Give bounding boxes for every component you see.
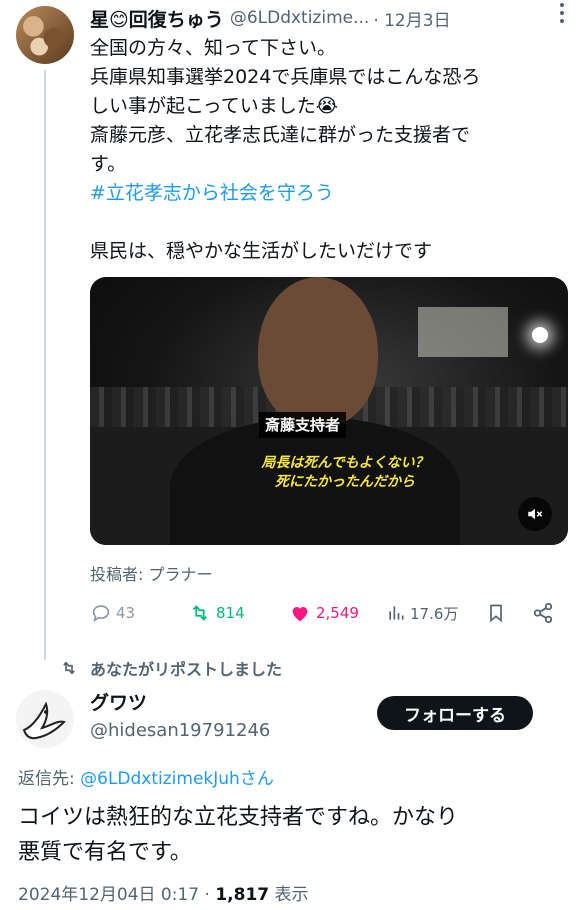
repost-button[interactable]: 814	[188, 597, 245, 629]
hashtag-link[interactable]: #立花孝志から社会を守ろう	[90, 179, 575, 208]
tweet-line: す。	[90, 153, 127, 175]
reply-button[interactable]: 43	[90, 597, 135, 629]
video-player[interactable]: 斎藤支持者 局長は死んでもよくない？ 死にたかったんだから	[90, 277, 568, 545]
bookmark-button[interactable]	[486, 597, 510, 629]
reply-author-avatar[interactable]	[16, 690, 74, 748]
tweet-line: 斎藤元彦、立花孝志氏達に群がった支援者で	[90, 124, 471, 146]
analytics-icon	[389, 606, 404, 620]
author-handle[interactable]: @6LDdxtizime...	[230, 8, 370, 28]
repost-icon	[192, 605, 208, 621]
reply-author-name[interactable]: グワツ	[90, 688, 147, 715]
author-name[interactable]: 星😊回復ちゅう	[90, 5, 224, 32]
share-icon	[533, 602, 553, 624]
reply-count: 43	[116, 604, 136, 622]
like-button[interactable]: 2,549	[288, 597, 359, 629]
reply-text: コイツは熱狂的な立花支持者ですね。かなり 悪質で有名です。	[18, 800, 573, 870]
reply-author-handle[interactable]: @hidesan19791246	[90, 720, 270, 741]
reply-icon	[92, 605, 110, 623]
reply-to-line: 返信先: @6LDdxtizimekJuhさん	[18, 764, 274, 789]
share-button[interactable]	[532, 597, 558, 629]
author-avatar[interactable]	[16, 6, 74, 64]
tweet-header: 星😊回復ちゅう @6LDdxtizime... · 12月3日	[90, 5, 570, 31]
tweet-line: 全国の方々、知って下さい。	[90, 37, 337, 59]
repost-banner-text: あなたがリポストしました	[90, 660, 283, 679]
video-subtitle-line: 局長は死んでもよくない？	[261, 455, 429, 471]
tweet-line: 兵庫県知事選挙2024で兵庫県ではこんな恐ろ	[90, 66, 481, 88]
reply-to-prefix: 返信先:	[18, 769, 81, 789]
video-background-light	[532, 327, 548, 343]
video-caption-label: 斎藤支持者	[259, 412, 347, 438]
video-person-face	[258, 277, 378, 427]
repost-icon	[63, 661, 75, 675]
like-count: 2,549	[316, 604, 359, 622]
bookmark-icon	[490, 604, 502, 623]
reply-meta: 2024年12月04日 0:17 · 1,817 表示	[18, 880, 309, 905]
heart-icon	[292, 607, 308, 622]
reply-view-suffix: 表示	[269, 885, 309, 905]
reply-line: コイツは熱狂的な立花支持者ですね。かなり	[18, 805, 459, 830]
reply-line: 悪質で有名です。	[18, 840, 192, 865]
follow-button[interactable]: フォローする	[377, 696, 533, 730]
repost-count: 814	[216, 604, 245, 622]
video-subtitle: 局長は死んでもよくない？ 死にたかったんだから	[250, 454, 440, 492]
reply-to-mention[interactable]: @6LDdxtizimekJuhさん	[80, 769, 274, 789]
repost-banner: あなたがリポストしました	[60, 656, 282, 680]
more-options-icon[interactable]	[551, 2, 573, 24]
views-button[interactable]: 17.6万	[386, 597, 458, 629]
tweet-date[interactable]: · 12月3日	[373, 6, 450, 31]
video-poster-credit[interactable]: 投稿者: プラナー	[90, 561, 212, 585]
reply-view-count: 1,817	[215, 885, 270, 905]
tweet-line: 県民は、穏やかな生活がしたいだけです	[90, 240, 433, 262]
reply-timestamp[interactable]: 2024年12月04日 0:17 ·	[18, 885, 215, 905]
tweet-line: しい事が起こっていました😭	[90, 95, 338, 117]
tweet-text: 全国の方々、知って下さい。 兵庫県知事選挙2024で兵庫県ではこんな恐ろ しい事…	[90, 34, 575, 266]
video-background-building	[418, 307, 508, 357]
views-count: 17.6万	[410, 604, 459, 623]
thread-line	[44, 70, 46, 660]
video-subtitle-line: 死にたかったんだから	[275, 474, 415, 490]
tweet-actions: 43 814 2,549 17.6万	[90, 597, 565, 629]
mute-icon[interactable]	[518, 497, 552, 531]
original-tweet[interactable]: 星😊回復ちゅう @6LDdxtizime... · 12月3日 全国の方々、知っ…	[0, 0, 585, 660]
